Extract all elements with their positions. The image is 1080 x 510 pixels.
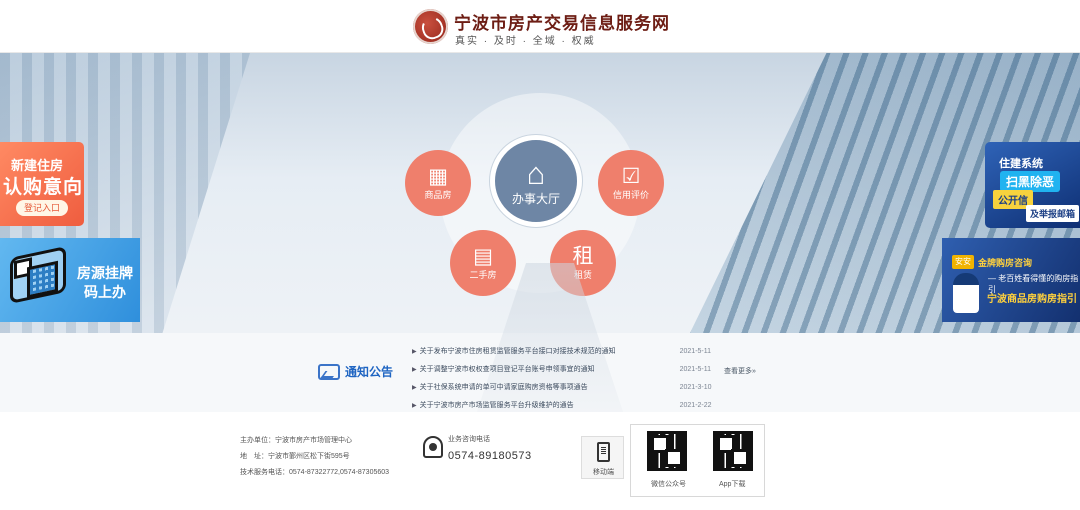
notice-item[interactable]: ▶ 关于社保系统申请的单可中请家庭购房资格等事项通告 2021-3-10 — [412, 378, 712, 396]
assistant-avatar-icon — [953, 273, 979, 313]
site-header: 宁波市房产交易信息服务网 真实 · 及时 · 全域 · 权威 — [0, 0, 1080, 53]
service-second-hand-label: 二手房 — [469, 270, 497, 280]
page: 宁波市房产交易信息服务网 真实 · 及时 · 全域 · 权威 ▦ 商品房 ⌂ 办… — [0, 0, 1080, 510]
view-more-link[interactable]: 查看更多» — [724, 366, 756, 376]
mobile-entry[interactable]: 移动端 — [581, 436, 624, 479]
new-housing-intent-promo[interactable]: 新建住房 认购意向 登记入口 — [0, 142, 84, 226]
hand-building-icon: ▤ — [473, 245, 493, 268]
notice-item[interactable]: ▶ 关于发布宁波市住房租赁监管服务平台接口对接技术规范的通知 2021-5-11 — [412, 342, 712, 360]
notice-list: ▶ 关于发布宁波市住房租赁监管服务平台接口对接技术规范的通知 2021-5-11 ▶… — [412, 342, 712, 414]
house-tie-icon: ⌂ — [526, 155, 546, 191]
promo-right-bottom-line3: 宁波商品房购房指引 — [987, 294, 1077, 305]
notice-date: 2021-2-22 — [679, 401, 712, 409]
mobile-label: 移动端 — [593, 469, 614, 476]
building-icon: ▦ — [428, 165, 448, 188]
rent-clipboard-icon: 租 — [572, 245, 594, 268]
assistant-badge: 安安 — [952, 255, 974, 269]
service-new-housing-label: 商品房 — [424, 190, 452, 200]
checklist-icon: ☑ — [621, 165, 641, 188]
hotline-number: 0574-89180573 — [448, 450, 532, 462]
promo-right-bottom-line1: 金牌购房咨询 — [978, 258, 1033, 268]
host-unit: 主办单位：宁波市房产市场管理中心 — [240, 437, 352, 444]
register-entry-button[interactable]: 登记入口 — [16, 200, 68, 216]
report-mailbox-promo[interactable]: 住建系统 扫黑除恶 公开信 及举报邮箱 — [985, 142, 1080, 228]
mobile-phone-icon — [597, 442, 610, 462]
site-slogan: 真实 · 及时 · 全域 · 权威 — [455, 36, 596, 47]
notice-section: 通知公告 ▶ 关于发布宁波市住房租赁监管服务平台接口对接技术规范的通知 2021-5… — [0, 333, 1080, 412]
notice-item[interactable]: ▶ 关于调整宁波市权权查项目登记平台账号申领事宜的通知 2021-5-11 — [412, 360, 712, 378]
bullet-icon: ▶ — [412, 366, 417, 373]
footer-info: 主办单位：宁波市房产市场管理中心 地 址：宁波市鄞州区松下街595号 技术服务电… — [240, 433, 389, 481]
notice-date: 2021-5-11 — [679, 347, 712, 355]
service-hall-button[interactable]: ⌂ 办事大厅 — [490, 135, 582, 227]
site-footer: 主办单位：宁波市房产市场管理中心 地 址：宁波市鄞州区松下街595号 技术服务电… — [0, 412, 1080, 510]
notice-link[interactable]: 关于调整宁波市权权查项目登记平台账号申领事宜的通知 — [420, 364, 667, 374]
notice-title: 通知公告 — [345, 365, 394, 379]
service-hall-label: 办事大厅 — [511, 191, 560, 206]
service-second-hand-button[interactable]: ▤ 二手房 — [450, 230, 516, 296]
wechat-label: 微信公众号 — [651, 481, 686, 488]
technical-phone: 技术服务电话：0574-87322772,0574-87305603 — [240, 469, 390, 476]
app-download-label: App下载 — [719, 481, 746, 488]
hotline-label: 业务咨询电话 — [448, 436, 490, 443]
notice-link[interactable]: 关于社保系统申请的单可中请家庭购房资格等事项通告 — [420, 382, 667, 392]
qr-phone-icon — [10, 246, 66, 304]
qr-code-card: 微信公众号 App下载 — [630, 424, 765, 497]
promo-left-bottom-line1: 房源挂牌 — [77, 265, 133, 281]
bullet-icon: ▶ — [412, 348, 417, 355]
promo-left-bottom-line2: 码上办 — [84, 284, 126, 300]
listing-qr-promo[interactable]: 房源挂牌 码上办 — [0, 238, 140, 322]
promo-right-top-line1: 住建系统 — [999, 158, 1043, 170]
bullet-icon: ▶ — [412, 384, 417, 391]
notice-chart-icon — [318, 363, 340, 380]
notice-date: 2021-5-11 — [679, 365, 712, 373]
wechat-qr-code-icon — [647, 431, 687, 471]
notice-date: 2021-3-10 — [679, 383, 712, 391]
notice-link[interactable]: 关于发布宁波市住房租赁监管服务平台接口对接技术规范的通知 — [420, 346, 667, 356]
address: 地 址：宁波市鄞州区松下街595号 — [240, 453, 350, 460]
bullet-icon: ▶ — [412, 402, 417, 409]
purchase-guide-promo[interactable]: 安安 金牌购房咨询 — 老百姓看得懂的购房指引 宁波商品房购房指引 — [942, 238, 1080, 322]
site-title[interactable]: 宁波市房产交易信息服务网 — [454, 9, 670, 34]
service-new-housing-button[interactable]: ▦ 商品房 — [405, 150, 471, 216]
service-credit-evaluation-button[interactable]: ☑ 信用评价 — [598, 150, 664, 216]
promo-right-top-line4: 及举报邮箱 — [1026, 205, 1080, 222]
service-credit-evaluation-label: 信用评价 — [612, 190, 649, 200]
app-download-qr-code-icon — [713, 431, 753, 471]
headset-icon — [423, 436, 443, 458]
site-logo-icon[interactable] — [413, 9, 448, 44]
promo-left-top-line2: 认购意向 — [3, 177, 84, 198]
notice-heading: 通知公告 — [318, 363, 393, 380]
notice-link[interactable]: 关于宁波市房产市场监管服务平台升级维护的通告 — [420, 400, 667, 410]
promo-right-top-line2: 扫黑除恶 — [1000, 171, 1061, 192]
